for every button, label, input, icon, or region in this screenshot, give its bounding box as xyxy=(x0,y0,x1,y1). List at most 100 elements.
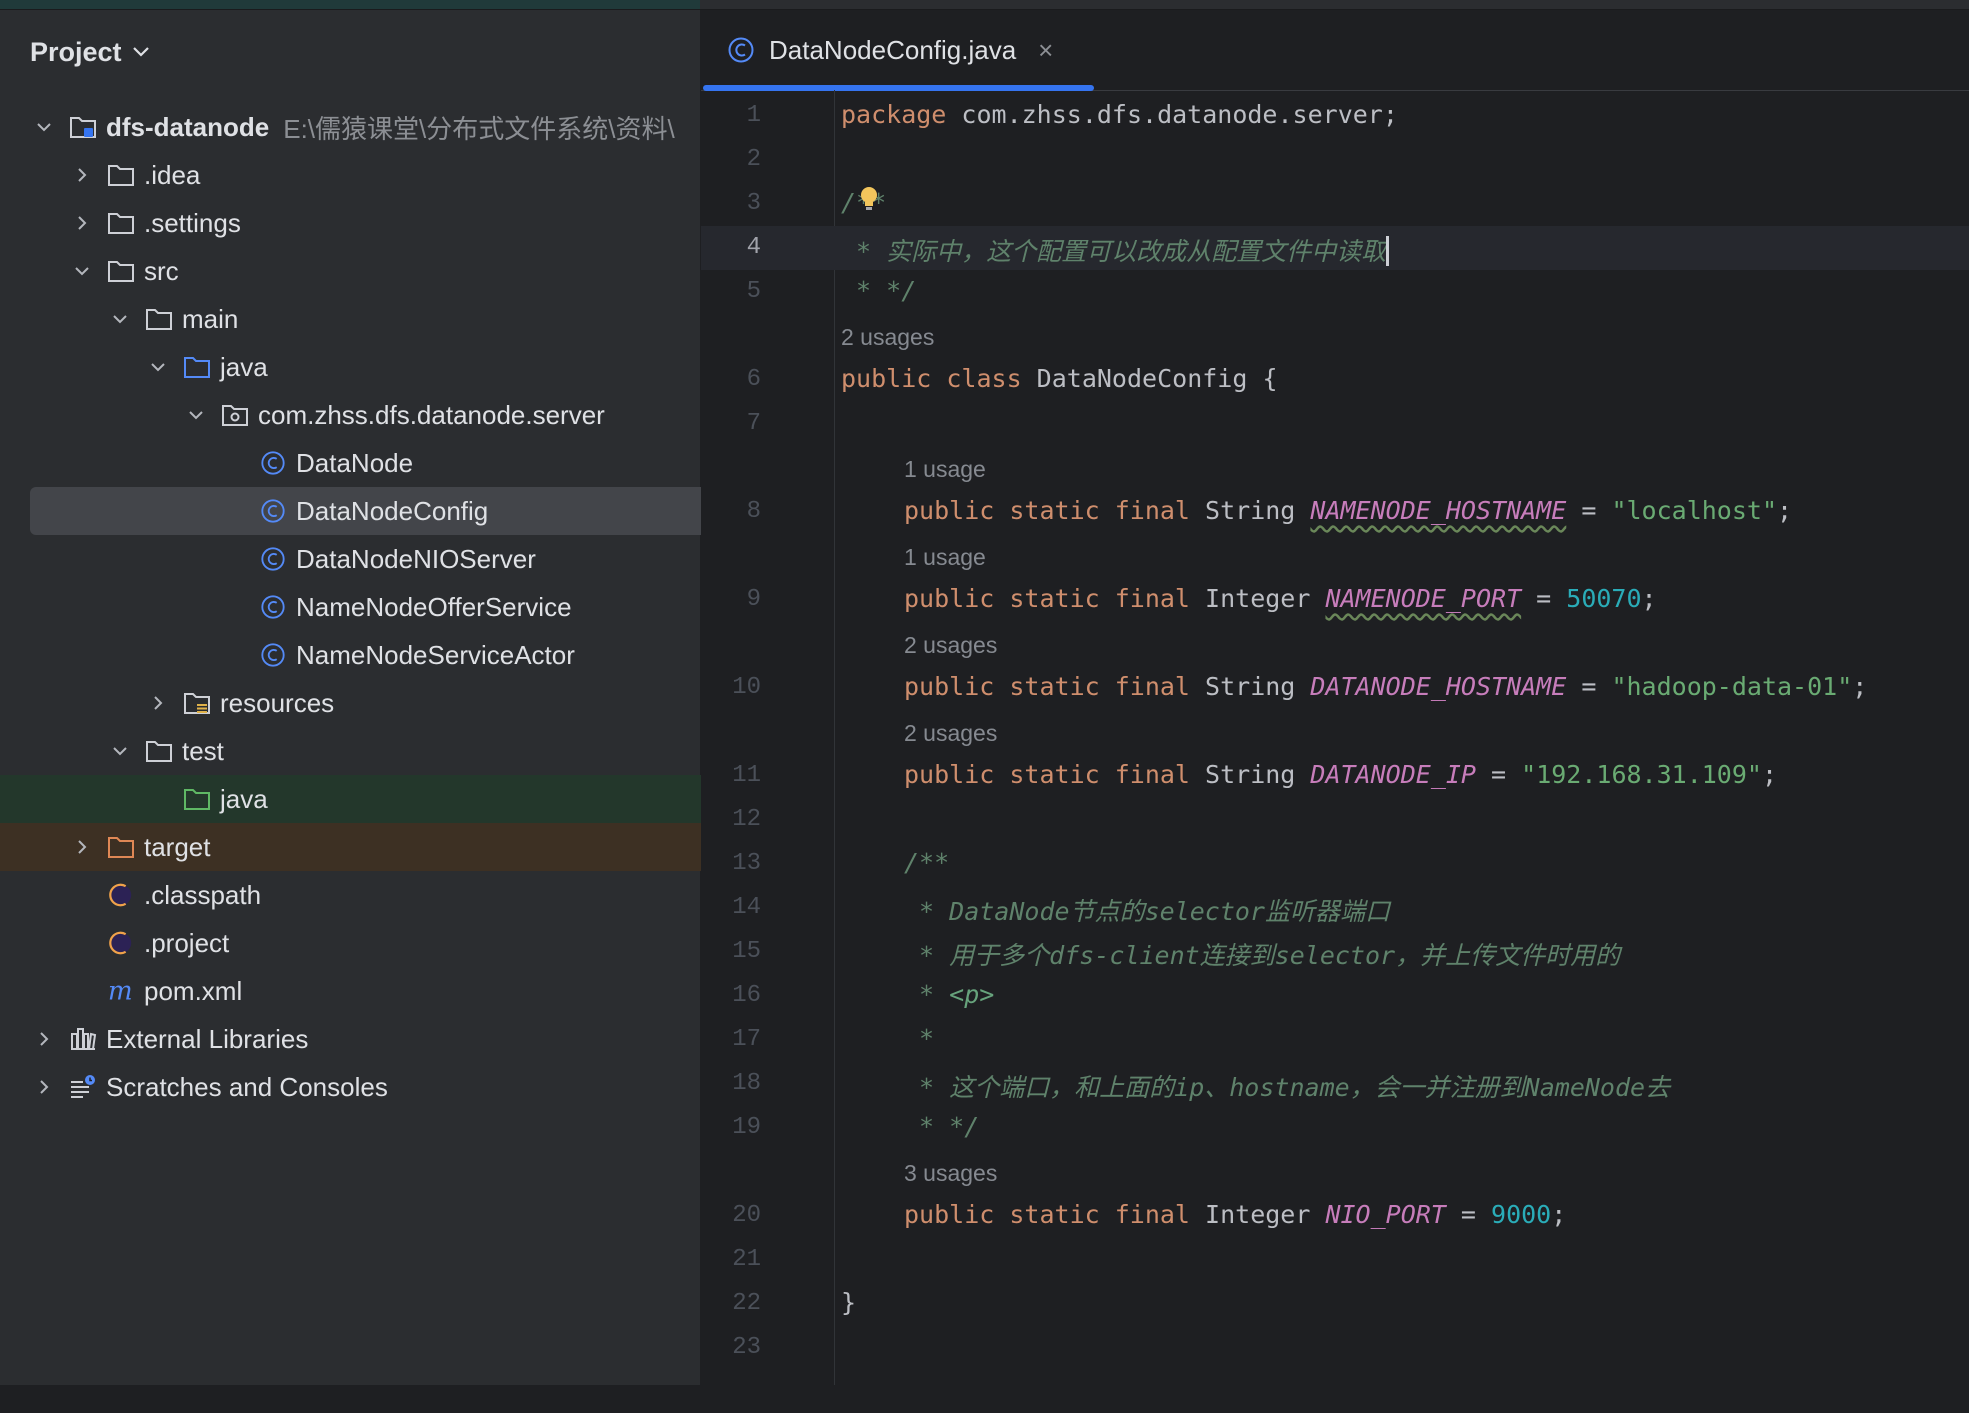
usages-hint[interactable]: 3 usages xyxy=(904,1160,997,1187)
chevron-down-icon[interactable] xyxy=(184,403,208,427)
chevron-down-icon[interactable] xyxy=(146,355,170,379)
chevron-right-icon[interactable] xyxy=(32,1027,56,1051)
project-view-selector[interactable]: Project xyxy=(30,32,150,72)
code-line[interactable]: 8 public static final String NAMENODE_HO… xyxy=(701,490,1969,534)
tree-item-main[interactable]: main xyxy=(0,295,808,343)
tree-item-label: pom.xml xyxy=(144,975,243,1006)
chevron-down-icon[interactable] xyxy=(70,259,94,283)
tree-item-pom-xml[interactable]: m pom.xml xyxy=(0,967,770,1015)
code-line[interactable]: 5 * */ xyxy=(701,270,1969,314)
usages-hint[interactable]: 2 usages xyxy=(841,324,934,351)
tree-item-label: .classpath xyxy=(144,879,262,910)
tree-item-label: dfs-datanode xyxy=(106,111,270,142)
window-top-strip xyxy=(0,0,1969,10)
line-number: 2 xyxy=(746,146,761,173)
editor-tab-bar: DataNodeConfig.java × xyxy=(701,10,1969,91)
class-icon xyxy=(728,37,754,63)
chevron-down-icon[interactable] xyxy=(108,739,132,763)
editor-pane: DataNodeConfig.java × 1 package com.zhss… xyxy=(701,10,1969,1385)
line-number: 23 xyxy=(732,1334,761,1361)
usages-hint[interactable]: 2 usages xyxy=(904,632,997,659)
tree-item-test[interactable]: test xyxy=(0,727,808,775)
folder-icon xyxy=(106,209,136,237)
tree-item-settings[interactable]: .settings xyxy=(0,199,770,247)
tab-datanodeconfig-java[interactable]: DataNodeConfig.java × xyxy=(701,10,1094,91)
close-tab-icon[interactable]: × xyxy=(1038,35,1053,66)
code-line[interactable]: 2 xyxy=(701,138,1969,182)
code-line[interactable]: 14 * DataNode节点的selector监听器端口 xyxy=(701,886,1969,930)
chevron-right-icon[interactable] xyxy=(70,163,94,187)
line-number: 4 xyxy=(746,234,761,261)
line-number: 17 xyxy=(732,1026,761,1053)
chevron-down-icon[interactable] xyxy=(108,307,132,331)
class-icon xyxy=(258,593,288,621)
line-number: 18 xyxy=(732,1070,761,1097)
code-line[interactable]: 1 package com.zhss.dfs.datanode.server; xyxy=(701,94,1969,138)
line-number: 15 xyxy=(732,938,761,965)
tree-item-label: com.zhss.dfs.datanode.server xyxy=(258,399,605,430)
line-number: 9 xyxy=(746,586,761,613)
chevron-down-icon[interactable] xyxy=(32,115,56,139)
usages-hint[interactable]: 1 usage xyxy=(904,456,986,483)
line-number: 7 xyxy=(746,410,761,437)
tree-item-idea[interactable]: .idea xyxy=(0,151,770,199)
module-folder-icon xyxy=(68,113,98,141)
code-line[interactable]: 10 public static final String DATANODE_H… xyxy=(701,666,1969,710)
usage-hint-row: 2 usages xyxy=(701,622,1969,666)
tree-item-label: test xyxy=(182,735,224,766)
code-line[interactable]: 22 } xyxy=(701,1282,1969,1326)
tree-item-label: java xyxy=(220,783,268,814)
tree-item-target[interactable]: target xyxy=(0,823,770,871)
code-line-current[interactable]: 4 * 实际中，这个配置可以改成从配置文件中读取 xyxy=(701,226,1969,270)
code-line[interactable]: 12 xyxy=(701,798,1969,842)
tree-item-label: NameNodeOfferService xyxy=(296,591,572,622)
code-line[interactable]: 13 /** xyxy=(701,842,1969,886)
tree-item-label: .project xyxy=(144,927,230,958)
code-line[interactable]: 9 public static final Integer NAMENODE_P… xyxy=(701,578,1969,622)
usages-hint[interactable]: 1 usage xyxy=(904,544,986,571)
usage-hint-row: 2 usages xyxy=(701,314,1969,358)
usage-hint-row: 1 usage xyxy=(701,534,1969,578)
code-line[interactable]: 7 xyxy=(701,402,1969,446)
chevron-right-icon[interactable] xyxy=(146,691,170,715)
code-line[interactable]: 16 * <p> xyxy=(701,974,1969,1018)
tree-item-label: resources xyxy=(220,687,335,718)
code-line[interactable]: 17 * xyxy=(701,1018,1969,1062)
code-line[interactable]: 11 public static final String DATANODE_I… xyxy=(701,754,1969,798)
tree-item-classpath[interactable]: .classpath xyxy=(0,871,770,919)
code-line[interactable]: 18 * 这个端口，和上面的ip、hostname，会一并注册到NameNode… xyxy=(701,1062,1969,1106)
chevron-right-icon[interactable] xyxy=(32,1075,56,1099)
tree-item-project-file[interactable]: .project xyxy=(0,919,770,967)
code-line[interactable]: 6 public class DataNodeConfig { xyxy=(701,358,1969,402)
tree-item-scratches[interactable]: Scratches and Consoles xyxy=(0,1063,732,1111)
lightbulb-icon[interactable] xyxy=(858,184,880,214)
code-line[interactable]: 21 xyxy=(701,1238,1969,1282)
tree-item-label: .settings xyxy=(144,207,241,238)
usages-hint[interactable]: 2 usages xyxy=(904,720,997,747)
folder-icon xyxy=(106,161,136,189)
code-line[interactable]: 15 * 用于多个dfs-client连接到selector，并上传文件时用的 xyxy=(701,930,1969,974)
chevron-right-icon[interactable] xyxy=(70,211,94,235)
maven-icon: m xyxy=(106,977,136,1005)
line-number: 11 xyxy=(732,762,761,789)
code-line[interactable]: 19 * */ xyxy=(701,1106,1969,1150)
tree-item-label: Scratches and Consoles xyxy=(106,1071,388,1102)
usage-hint-row: 3 usages xyxy=(701,1150,1969,1194)
tree-item-dfs-datanode[interactable]: dfs-datanode E:\儒猿课堂\分布式文件系统\资料\ xyxy=(0,103,732,151)
class-icon xyxy=(258,641,288,669)
project-view-label: Project xyxy=(30,36,122,67)
tree-item-label: target xyxy=(144,831,211,862)
title-accent xyxy=(0,0,700,9)
tree-item-label: External Libraries xyxy=(106,1023,309,1054)
chevron-right-icon[interactable] xyxy=(70,835,94,859)
resources-folder-icon xyxy=(182,689,212,717)
code-line[interactable]: 20 public static final Integer NIO_PORT … xyxy=(701,1194,1969,1238)
tree-item-external-libraries[interactable]: External Libraries xyxy=(0,1015,732,1063)
code-line[interactable]: 3 /** xyxy=(701,182,1969,226)
line-number: 1 xyxy=(746,102,761,129)
tree-item-src[interactable]: src xyxy=(0,247,770,295)
code-line[interactable]: 23 xyxy=(701,1326,1969,1370)
line-number: 6 xyxy=(746,366,761,393)
line-number: 20 xyxy=(732,1202,761,1229)
module-path: E:\儒猿课堂\分布式文件系统\资料\ xyxy=(283,113,675,144)
